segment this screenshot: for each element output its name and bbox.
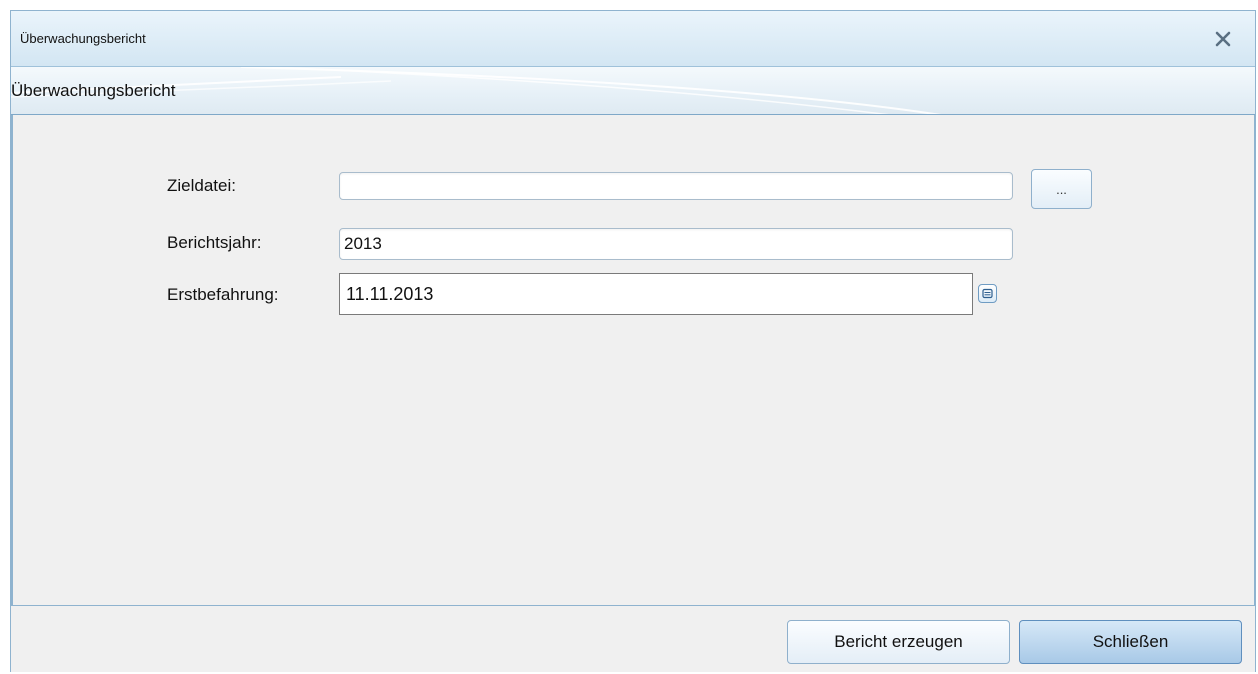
berichtsjahr-label: Berichtsjahr: [167,233,262,252]
zieldatei-label: Zieldatei: [167,176,236,195]
erstbefahrung-date-input[interactable]: 11.11.2013 [339,273,973,315]
window-title: Überwachungsbericht [20,31,146,46]
title-bar: Überwachungsbericht [11,11,1255,67]
close-button[interactable]: Schließen [1019,620,1242,664]
date-picker-button[interactable] [978,284,997,303]
form-panel: Zieldatei: ... Berichtsjahr: 2013 Erstbe… [11,115,1255,606]
header-banner: Überwachungsbericht [11,67,1255,115]
zieldatei-input[interactable] [339,172,1013,200]
banner-title: Überwachungsbericht [11,81,176,100]
erstbefahrung-label: Erstbefahrung: [167,285,279,304]
close-icon [1215,31,1231,47]
close-window-button[interactable] [1213,29,1233,49]
generate-report-button[interactable]: Bericht erzeugen [787,620,1010,664]
calendar-icon [982,288,993,299]
berichtsjahr-input[interactable]: 2013 [339,228,1013,260]
button-bar: Bericht erzeugen Schließen [11,606,1255,672]
banner-decoration [11,67,942,114]
dialog-window: Überwachungsbericht Überwachungsbericht … [10,10,1256,672]
browse-button[interactable]: ... [1031,169,1092,209]
